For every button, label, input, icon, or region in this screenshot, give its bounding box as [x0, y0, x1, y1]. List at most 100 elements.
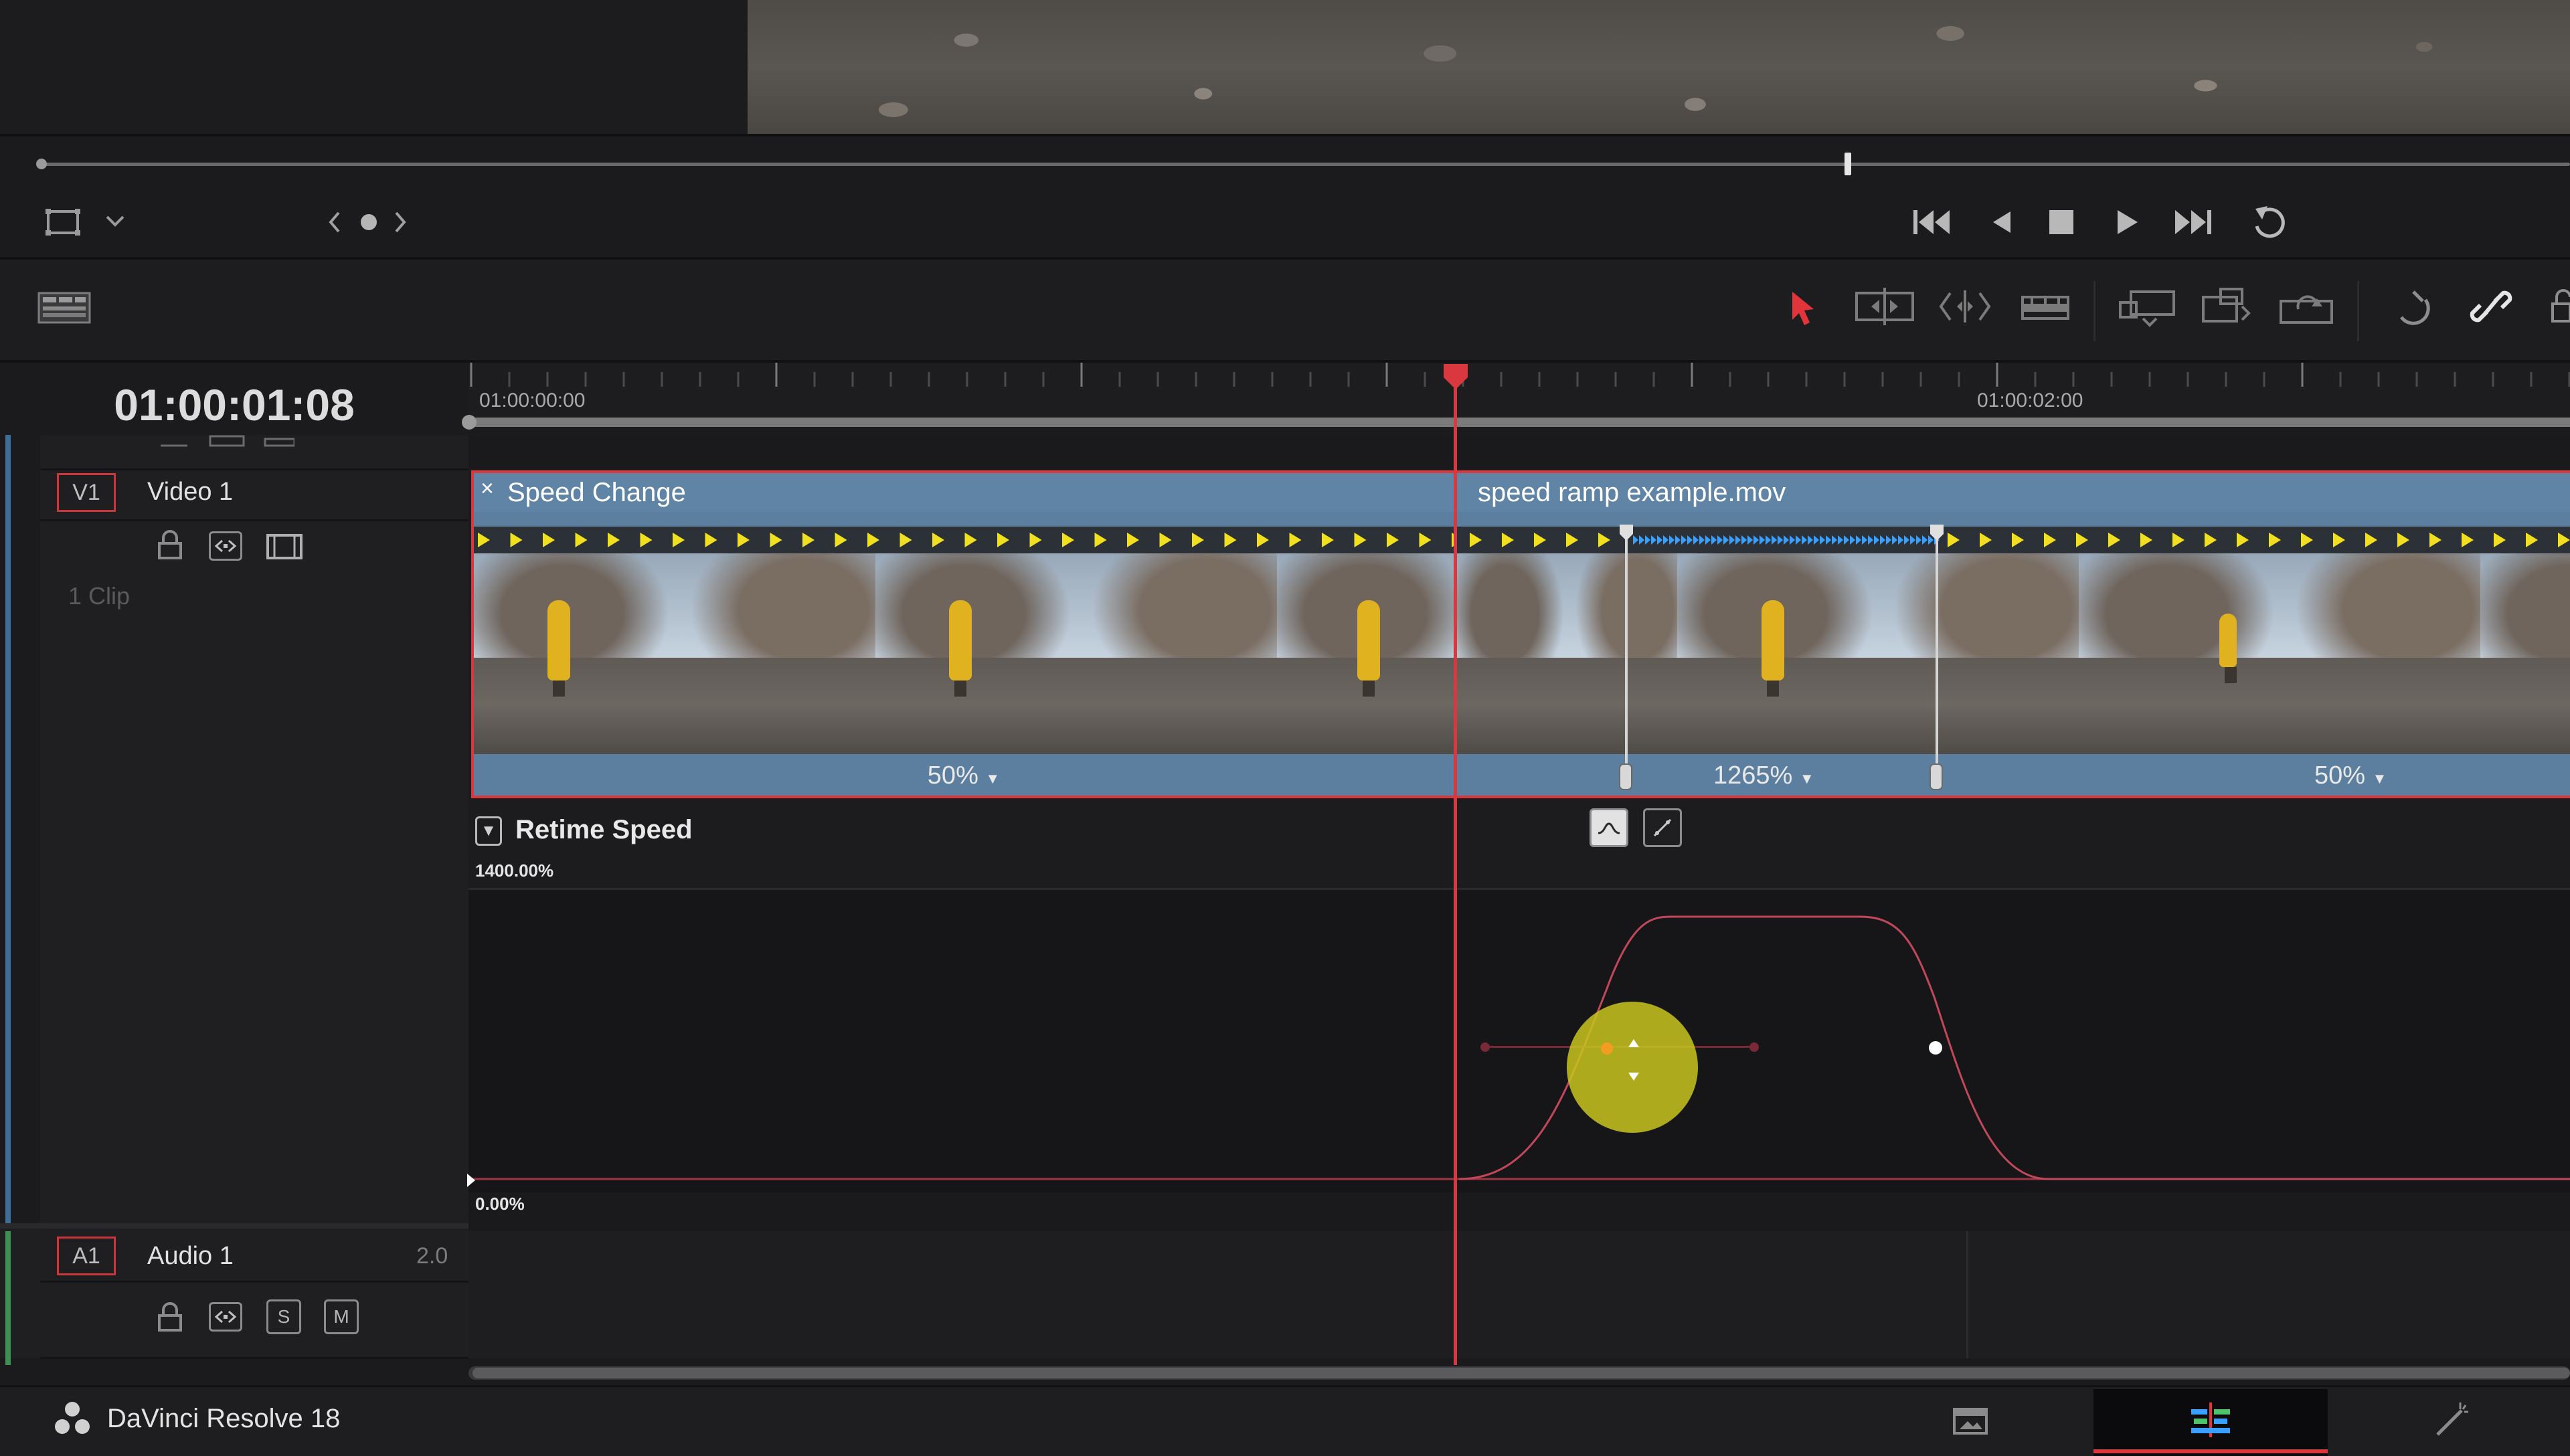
viewer-scrub-bar[interactable] — [41, 163, 2570, 166]
chevron-down-icon[interactable] — [104, 213, 126, 229]
speed-point-handle[interactable] — [1617, 761, 1634, 792]
solo-button[interactable]: S — [266, 1299, 301, 1334]
go-to-start-icon[interactable] — [1911, 206, 1954, 238]
speed-arrow — [1735, 535, 1741, 545]
play-icon[interactable] — [2114, 207, 2140, 237]
playhead-line[interactable] — [1454, 371, 1457, 1365]
edit-toolbar — [0, 260, 2570, 360]
linear-curve-icon[interactable] — [1643, 808, 1682, 847]
speed-arrow — [2205, 533, 2217, 547]
curve-keyframe[interactable] — [1928, 1040, 1944, 1056]
retime-curve-graph[interactable] — [468, 890, 2570, 1211]
speed-arrow — [1681, 535, 1687, 545]
thumbnail-frame — [2480, 553, 2570, 754]
speed-arrow — [1874, 535, 1879, 545]
chevron-down-icon[interactable]: ▼ — [985, 770, 1000, 787]
timeline-zoom-track[interactable] — [468, 418, 2570, 427]
stop-icon[interactable] — [2048, 209, 2075, 236]
bezier-handle-end[interactable] — [1748, 1041, 1760, 1053]
thumbnail-frame — [2079, 553, 2480, 754]
timeline-view-icon[interactable] — [37, 290, 91, 325]
speed-arrow — [1886, 535, 1891, 545]
color-page-icon[interactable] — [2431, 1400, 2471, 1440]
close-icon[interactable]: × — [481, 476, 494, 502]
film-icon[interactable] — [266, 534, 303, 559]
step-back-icon[interactable] — [1988, 209, 2015, 236]
auto-select-icon[interactable] — [209, 531, 242, 561]
replace-icon[interactable] — [2278, 286, 2340, 327]
speed-arrow — [2494, 533, 2506, 547]
selection-pointer-icon[interactable] — [1787, 289, 1819, 327]
thumbnail-frame — [1677, 553, 2079, 754]
bezier-handle-end[interactable] — [1479, 1041, 1491, 1053]
overwrite-icon[interactable] — [2201, 286, 2254, 327]
blade-icon[interactable] — [2020, 292, 2071, 324]
media-page-icon[interactable] — [1952, 1404, 1989, 1437]
speed-arrow — [1747, 535, 1753, 545]
speed-arrow — [1224, 533, 1237, 547]
speed-arrow — [2301, 533, 2313, 547]
speed-arrow — [1645, 535, 1650, 545]
speed-value-mid[interactable]: 1265% ▼ — [1713, 755, 1814, 799]
speed-arrow — [2429, 533, 2442, 547]
clip-speed-ramp[interactable]: speed ramp example.mov 1265% ▼ 50% ▼ — [1456, 470, 2570, 798]
mute-button[interactable]: M — [324, 1299, 359, 1334]
retime-max-label: 1400.00% — [475, 860, 554, 881]
speed-arrow — [2172, 533, 2184, 547]
clip-thumbnails — [1456, 553, 2570, 754]
trim-icon[interactable] — [1854, 286, 1915, 327]
speed-point-handle[interactable] — [1617, 523, 1636, 542]
scrollbar-thumb[interactable] — [473, 1368, 2570, 1378]
next-icon[interactable] — [392, 210, 408, 234]
header-divider — [40, 1357, 468, 1359]
audio-track-badge[interactable]: A1 — [57, 1237, 116, 1275]
go-to-end-icon[interactable] — [2171, 206, 2214, 238]
scrub-playhead[interactable] — [1845, 153, 1851, 175]
lock-icon[interactable] — [157, 1302, 183, 1332]
speed-value-end[interactable]: 50% ▼ — [2314, 755, 2387, 799]
linked-selection-icon[interactable] — [2470, 286, 2512, 327]
clip-speed-change[interactable]: Speed Change × 50% ▼ — [471, 470, 1456, 798]
timeline-timecode[interactable]: 01:00:01:08 — [0, 371, 468, 438]
playhead-marker[interactable] — [1441, 361, 1470, 391]
ease-curve-icon[interactable] — [1590, 808, 1628, 847]
keyframe-highlight[interactable] — [1565, 1000, 1699, 1134]
clip-title[interactable]: speed ramp example.mov — [1456, 473, 2570, 512]
speed-arrow — [1772, 535, 1777, 545]
app-name: DaVinci Resolve 18 — [107, 1404, 341, 1433]
speed-arrow — [543, 533, 555, 547]
speed-arrow — [1844, 535, 1849, 545]
speed-arrow — [640, 533, 653, 547]
scrub-start-handle[interactable] — [36, 159, 47, 169]
dynamic-trim-icon[interactable] — [1937, 286, 1993, 327]
insert-icon[interactable] — [2118, 288, 2176, 328]
loop-icon[interactable] — [2247, 203, 2293, 241]
clip-title[interactable]: Speed Change — [474, 473, 1454, 512]
edit-page-icon[interactable] — [2187, 1401, 2234, 1439]
video-track-name[interactable]: Video 1 — [147, 478, 233, 507]
video-track-badge[interactable]: V1 — [57, 473, 116, 512]
speed-arrow — [1723, 535, 1729, 545]
speed-arrow — [1790, 535, 1795, 545]
speed-point-handle[interactable] — [1928, 523, 1946, 542]
audio-track-lane[interactable] — [468, 1231, 2570, 1358]
speed-arrow — [1669, 535, 1675, 545]
audio-track-name[interactable]: Audio 1 — [147, 1242, 234, 1271]
retime-min-label: 0.00% — [475, 1194, 525, 1214]
snapping-icon[interactable] — [2393, 286, 2433, 327]
header-divider — [40, 1281, 468, 1283]
prev-icon[interactable] — [327, 210, 343, 234]
clip-speed-label[interactable]: 50% ▼ — [474, 755, 1454, 796]
transform-icon[interactable] — [44, 206, 82, 238]
speed-arrow — [1289, 533, 1302, 547]
speed-arrow — [1322, 533, 1334, 547]
lock-icon[interactable] — [2549, 288, 2570, 325]
speed-point-handle[interactable] — [1928, 761, 1945, 792]
chevron-down-icon[interactable]: ▼ — [475, 816, 502, 846]
lock-icon[interactable] — [157, 530, 183, 559]
curve-start-marker[interactable] — [466, 1172, 477, 1188]
dot-icon[interactable] — [359, 213, 378, 232]
timeline-zoom-handle[interactable] — [462, 415, 477, 430]
auto-select-icon[interactable] — [209, 1302, 242, 1332]
speed-arrow — [478, 533, 490, 547]
